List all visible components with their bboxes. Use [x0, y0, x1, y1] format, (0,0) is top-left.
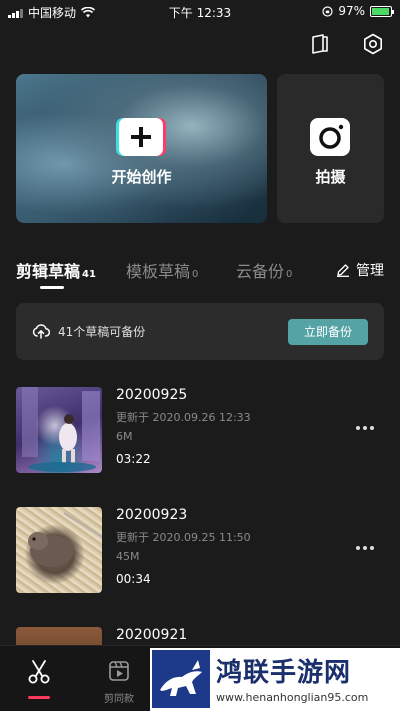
tab-template-drafts[interactable]: 模板草稿 0	[126, 258, 198, 282]
watermark-logo-icon	[152, 650, 210, 708]
draft-tabs: 剪辑草稿 41 模板草稿 0 云备份 0 管理	[16, 258, 384, 294]
watermark-banner: 鸿联手游网 www.henanhonglian95.com	[150, 648, 400, 711]
backup-banner: 41个草稿可备份 立即备份	[16, 303, 384, 360]
active-tab-indicator	[40, 286, 64, 289]
manage-label: 管理	[356, 263, 384, 279]
start-creation-label: 开始创作	[111, 168, 172, 186]
draft-item[interactable]: 20200923 更新于 2020.09.25 11:50 45M 00:34	[16, 507, 384, 595]
draft-duration: 00:34	[116, 572, 151, 586]
draft-item[interactable]: 20200925 更新于 2020.09.26 12:33 6M 03:22	[16, 387, 384, 475]
cloud-upload-icon	[32, 324, 50, 339]
battery-icon	[370, 5, 394, 17]
scissors-icon[interactable]	[27, 658, 51, 686]
watermark-url: www.henanhonglian95.com	[216, 691, 369, 704]
backup-now-button[interactable]: 立即备份	[288, 319, 368, 345]
status-bar: 中国移动 下午 12:33 97%	[0, 0, 400, 24]
more-options-icon[interactable]	[356, 541, 376, 555]
start-creation-card[interactable]: 开始创作	[16, 74, 267, 223]
watermark-title: 鸿联手游网	[216, 658, 352, 688]
shoot-card[interactable]: 拍摄	[277, 74, 384, 223]
plus-icon	[119, 118, 163, 156]
manage-button[interactable]: 管理	[336, 260, 384, 280]
book-icon[interactable]	[308, 32, 332, 56]
nav-template-label: 剪同款	[104, 694, 134, 705]
tab-cloud-backup[interactable]: 云备份 0	[236, 258, 292, 282]
tab-edit-drafts[interactable]: 剪辑草稿 41	[16, 258, 96, 282]
more-options-icon[interactable]	[356, 421, 376, 435]
battery-percent: 97%	[338, 4, 365, 18]
draft-thumbnail	[16, 507, 102, 593]
active-nav-indicator	[28, 696, 50, 699]
orientation-lock-icon	[322, 5, 333, 17]
settings-icon[interactable]	[361, 32, 385, 56]
camera-icon	[310, 118, 350, 156]
draft-duration: 03:22	[116, 452, 151, 466]
draft-title: 20200925	[116, 387, 188, 403]
draft-updated-time: 更新于 2020.09.25 11:50	[116, 531, 251, 544]
shoot-label: 拍摄	[315, 168, 346, 186]
draft-size: 45M	[116, 550, 140, 563]
draft-title: 20200923	[116, 507, 188, 523]
draft-size: 6M	[116, 430, 133, 443]
draft-updated-time: 更新于 2020.09.26 12:33	[116, 411, 251, 424]
draft-title: 20200921	[116, 627, 188, 643]
backup-count-text: 41个草稿可备份	[58, 325, 146, 339]
draft-thumbnail	[16, 387, 102, 473]
template-video-icon[interactable]	[108, 660, 130, 682]
edit-icon	[337, 264, 349, 277]
